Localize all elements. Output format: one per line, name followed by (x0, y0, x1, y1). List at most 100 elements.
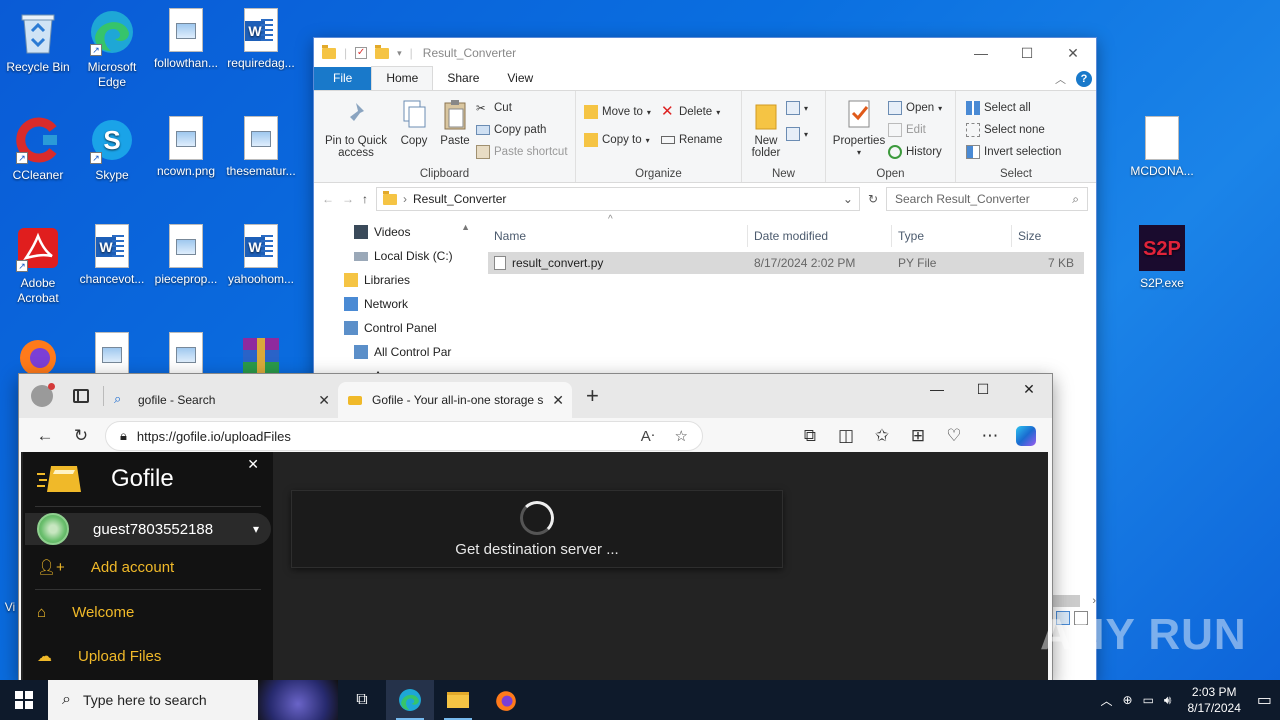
desktop-icon-recycle-bin[interactable]: Recycle Bin (0, 8, 76, 75)
maximize-button[interactable]: ☐ (1004, 38, 1050, 68)
easy-access-button[interactable]: ▾ (786, 125, 808, 143)
nav-item-local-disk[interactable]: Local Disk (C:) (314, 244, 472, 268)
close-sidebar-icon[interactable]: ✕ (247, 456, 259, 473)
volume-icon[interactable]: 🔊︎ (1164, 693, 1172, 708)
close-button[interactable]: ✕ (1006, 374, 1052, 404)
tab-gofile-search[interactable]: ⌕ gofile - Search ✕ (104, 382, 338, 418)
desktop-icon-edge[interactable]: ↗ Microsoft Edge (74, 8, 150, 90)
up-arrow-icon[interactable]: ↑ (362, 192, 368, 206)
clock[interactable]: 2:03 PM 8/17/2024 (1181, 684, 1246, 716)
paste-shortcut-button[interactable]: Paste shortcut (476, 143, 568, 161)
notifications-icon[interactable]: ▭ (1257, 690, 1272, 710)
chevron-right-icon[interactable]: › (1092, 595, 1096, 607)
menu-item-add-account[interactable]: 👤︎+ Add account (23, 545, 273, 589)
taskbar-search[interactable]: ⌕ Type here to search (48, 680, 338, 720)
taskbar-file-explorer[interactable] (434, 680, 482, 720)
edge-browser-window[interactable]: ⌕ gofile - Search ✕ Gofile - Your all-in… (18, 373, 1053, 682)
copy-path-button[interactable]: Copy path (476, 121, 568, 139)
collapse-ribbon-icon[interactable]: ︿ (1055, 71, 1066, 87)
minimize-button[interactable]: — (958, 38, 1004, 68)
rename-button[interactable]: Rename (660, 131, 722, 149)
desktop-icon-file[interactable]: W requiredag... (223, 8, 299, 71)
desktop-icon-file[interactable]: thesematur... (223, 116, 299, 179)
menu-item-upload-files[interactable]: ☁ Upload Files (23, 634, 273, 678)
open-button[interactable]: Open ▾ (888, 99, 942, 117)
forward-arrow-icon[interactable]: → (342, 192, 354, 206)
address-bar[interactable]: › Result_Converter ⌄ (376, 187, 860, 211)
desktop-icon-ccleaner[interactable]: ↗ CCleaner (0, 116, 76, 183)
extensions-icon[interactable]: ⧉ (792, 421, 828, 451)
nav-item-all-control-panel[interactable]: All Control Par (314, 340, 472, 364)
copilot-icon[interactable] (1008, 421, 1044, 451)
browser-essentials-icon[interactable]: ♡ (936, 421, 972, 451)
profile-avatar[interactable] (31, 383, 55, 407)
close-button[interactable]: ✕ (1050, 38, 1096, 68)
customize-dropdown-icon[interactable]: ▾ (397, 48, 402, 59)
column-header-type[interactable]: Type (892, 224, 1012, 247)
network-status-icon[interactable]: ⊕ (1123, 693, 1133, 707)
close-tab-icon[interactable]: ✕ (552, 392, 564, 409)
refresh-button[interactable]: ↻ (63, 421, 99, 451)
tab-actions-icon[interactable] (73, 389, 89, 403)
tab-gofile-upload[interactable]: Gofile - Your all-in-one storage s ✕ (338, 382, 572, 418)
table-row[interactable]: result_convert.py 8/17/2024 2:02 PM PY F… (488, 252, 1084, 274)
more-menu-icon[interactable]: ⋯ (972, 421, 1008, 451)
select-all-button[interactable]: Select all (966, 99, 1061, 117)
desktop-icon-file[interactable]: W yahoohom... (223, 224, 299, 287)
favorite-star-icon[interactable]: ☆ (675, 427, 688, 445)
network-icon[interactable]: ▭ (1143, 693, 1154, 707)
explorer-titlebar[interactable]: | ✓ ▾ | Result_Converter — ☐ ✕ (314, 38, 1096, 68)
close-tab-icon[interactable]: ✕ (318, 392, 330, 409)
tab-share[interactable]: Share (433, 67, 493, 90)
split-screen-icon[interactable]: ◫ (828, 421, 864, 451)
column-header-size[interactable]: Size (1012, 225, 1072, 247)
menu-item-welcome[interactable]: ⌂ Welcome (23, 590, 273, 634)
select-none-button[interactable]: Select none (966, 121, 1061, 139)
scroll-up-icon[interactable]: ▲ (461, 222, 470, 232)
new-tab-button[interactable]: + (586, 383, 599, 409)
desktop-icon-acrobat[interactable]: ↗ Adobe Acrobat (0, 224, 76, 306)
back-arrow-icon[interactable]: ← (322, 192, 334, 206)
properties-quick-icon[interactable]: ✓ (355, 47, 368, 59)
minimize-button[interactable]: — (914, 374, 960, 404)
back-button[interactable]: ← (27, 421, 63, 451)
task-view-button[interactable]: ⧉ (338, 680, 386, 720)
new-item-button[interactable]: ▾ (786, 99, 808, 117)
nav-item-control-panel[interactable]: Control Panel (314, 316, 472, 340)
copy-to-button[interactable]: Copy to ▾ (584, 131, 651, 149)
maximize-button[interactable]: ☐ (960, 374, 1006, 404)
chevron-down-icon[interactable]: ⌄ (843, 192, 853, 206)
help-icon[interactable]: ? (1076, 71, 1092, 87)
taskbar-edge[interactable] (386, 680, 434, 720)
desktop-icon-s2p[interactable]: S2P S2P.exe (1124, 224, 1200, 291)
cut-button[interactable]: ✂ Cut (476, 99, 568, 117)
column-header-date[interactable]: Date modified (748, 224, 892, 247)
tab-file[interactable]: File (314, 67, 372, 90)
desktop-icon-file[interactable]: W chancevot... (74, 224, 150, 287)
favorites-icon[interactable]: ✩ (864, 421, 900, 451)
tab-home[interactable]: Home (371, 66, 434, 90)
show-hidden-icons-icon[interactable]: ︿ (1101, 692, 1113, 709)
desktop-icon-file[interactable]: followthan... (148, 8, 224, 71)
move-to-button[interactable]: Move to ▾ (584, 103, 651, 121)
nav-item-videos[interactable]: Videos (314, 220, 472, 244)
taskbar-firefox[interactable] (482, 680, 530, 720)
account-switcher[interactable]: guest7803552188 ▾ (25, 513, 271, 545)
edit-button[interactable]: Edit (888, 121, 942, 139)
search-box[interactable]: Search Result_Converter ⌕ (886, 187, 1088, 211)
desktop-icon-file[interactable]: MCDONA... (1124, 116, 1200, 179)
refresh-icon[interactable]: ↻ (868, 192, 878, 206)
desktop-icon-skype[interactable]: S ↗ Skype (74, 116, 150, 183)
column-header-name[interactable]: Name (484, 224, 748, 247)
tab-view[interactable]: View (493, 67, 547, 90)
new-folder-quick-icon[interactable] (375, 44, 390, 59)
desktop-icon-file[interactable]: pieceprop... (148, 224, 224, 287)
read-aloud-icon[interactable]: Aᐧ (641, 427, 655, 445)
horizontal-scrollbar[interactable]: › (1052, 593, 1096, 609)
history-button[interactable]: History (888, 143, 942, 161)
address-bar[interactable]: 🔒︎ https://gofile.io/uploadFiles Aᐧ ☆ (105, 421, 703, 451)
start-button[interactable] (0, 680, 48, 720)
collections-icon[interactable]: ⊞ (900, 421, 936, 451)
nav-item-libraries[interactable]: Libraries (314, 268, 472, 292)
invert-selection-button[interactable]: Invert selection (966, 143, 1061, 161)
